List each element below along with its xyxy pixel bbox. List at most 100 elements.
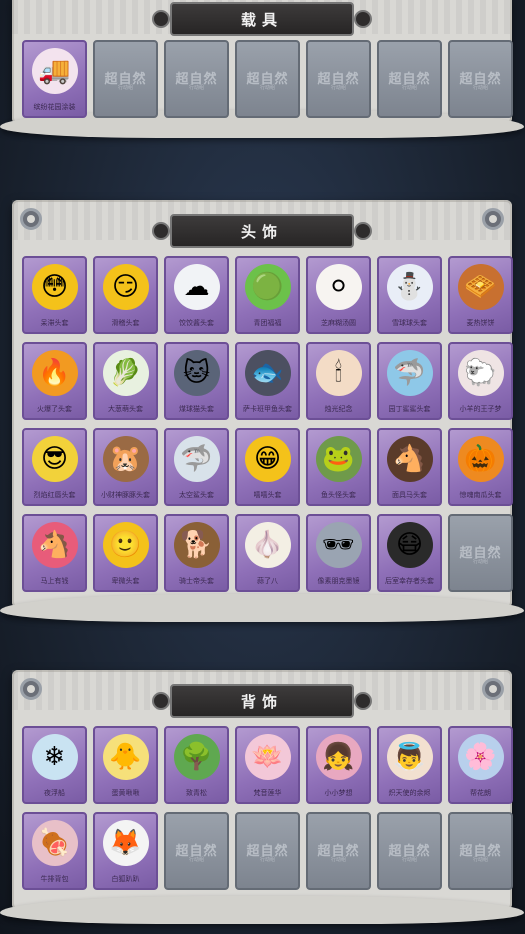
item-tile[interactable]: 🚚 缤纷花园涂装	[22, 40, 87, 118]
watermark-sub: 行动组	[330, 85, 346, 91]
item-tile[interactable]: 😎 烈焰红唇头套	[22, 428, 87, 506]
item-tile[interactable]: 🐸 鱼头怪头套	[306, 428, 371, 506]
cloud-dumpling-icon: ☁	[173, 264, 220, 310]
watermark-sub: 行动组	[401, 857, 417, 863]
item-name: 夜浮船	[44, 789, 65, 797]
item-name: 致青松	[186, 789, 207, 797]
item-name: 牛排背包	[40, 875, 69, 883]
item-name: 缤纷花园涂装	[33, 103, 76, 111]
chick-icon: 🐥	[102, 734, 149, 780]
watermark-sub: 行动组	[259, 85, 275, 91]
item-tile[interactable]: 🌸 帮花朗	[448, 726, 513, 804]
empty-slot-tile: 超自然 行动组	[448, 812, 513, 890]
item-name: 蛋黄啾啾	[111, 789, 140, 797]
snowman-icon: ⛄	[386, 264, 433, 310]
item-name: 后室幸存者头套	[385, 577, 434, 585]
item-name: 帮花朗	[470, 789, 491, 797]
item-tile[interactable]: 😁 嘻嘻头套	[235, 428, 300, 506]
item-tile[interactable]: ☁ 饺饺酱头套	[164, 256, 229, 334]
backwear-grid: ❄ 夜浮船 🐥 蛋黄啾啾 🌳 致青松 🪷 梵音莲华 👧 小小梦想 👼 炽天使的余烬 🌸 帮花朗 🍖 牛排背包 🦊…	[22, 726, 513, 890]
item-tile[interactable]: 🐴 马上有钱	[22, 514, 87, 592]
item-tile[interactable]: 👼 炽天使的余烬	[377, 726, 442, 804]
fish-head-icon: 🐟	[244, 350, 291, 396]
item-tile[interactable]: 🐥 蛋黄啾啾	[93, 726, 158, 804]
item-tile[interactable]: 👧 小小梦想	[306, 726, 371, 804]
section-title-banner: 头饰	[152, 214, 372, 248]
item-tile[interactable]: 🦈 园丁鲨鲨头套	[377, 342, 442, 420]
item-tile[interactable]: 🌳 致青松	[164, 726, 229, 804]
green-dumpling-icon: 🟢	[244, 264, 291, 310]
item-tile[interactable]: 🧄 蒜了八	[235, 514, 300, 592]
item-tile[interactable]: 🪷 梵音莲华	[235, 726, 300, 804]
cat-head-icon: 🐱	[173, 350, 220, 396]
item-tile[interactable]: 🕶 像素朋克墨镜	[306, 514, 371, 592]
item-tile[interactable]: 🐟 萨卡班甲鱼头套	[235, 342, 300, 420]
angel-doll-icon: 👼	[386, 734, 433, 780]
fish-monster-icon: 🐸	[315, 436, 362, 482]
item-tile[interactable]: 🐑 小羊的王子梦	[448, 342, 513, 420]
empty-slot-tile: 超自然 行动组	[448, 514, 513, 592]
item-name: 烛光纪念	[324, 405, 353, 413]
candle-icon: 🕯	[315, 350, 362, 396]
gas-mask-icon: 😷	[386, 522, 433, 568]
item-tile[interactable]: 😏 滑稽头套	[93, 256, 158, 334]
item-tile[interactable]: 🕯 烛光纪念	[306, 342, 371, 420]
item-tile[interactable]: 😷 后室幸存者头套	[377, 514, 442, 592]
item-tile[interactable]: 🎃 惊魂南瓜头套	[448, 428, 513, 506]
item-tile[interactable]: 😳 呆滞头套	[22, 256, 87, 334]
item-tile[interactable]: 🥬 大葱萌头套	[93, 342, 158, 420]
item-tile[interactable]: ⚪ 芝麻糊汤圆	[306, 256, 371, 334]
item-name: 太空鲨头套	[179, 491, 214, 499]
horse-head-icon: 🐴	[386, 436, 433, 482]
item-tile[interactable]: 🔥 火爆了头套	[22, 342, 87, 420]
empty-slot-tile: 超自然 行动组	[93, 40, 158, 118]
item-name: 面具马头套	[392, 491, 427, 499]
item-tile[interactable]: 🐴 面具马头套	[377, 428, 442, 506]
watermark-sub: 行动组	[330, 857, 346, 863]
empty-slot-tile: 超自然 行动组	[235, 40, 300, 118]
item-name: 萨卡班甲鱼头套	[243, 405, 292, 413]
item-name: 鱼头怪头套	[321, 491, 356, 499]
item-tile[interactable]: 🧇 麦热饼饼	[448, 256, 513, 334]
watermark-sub: 行动组	[472, 559, 488, 565]
vehicles-grid: 🚚 缤纷花园涂装 超自然 行动组 超自然 行动组 超自然 行动组 超自然 行动组 超自然 行动组 超自然…	[22, 40, 513, 118]
item-tile[interactable]: 🍖 牛排背包	[22, 812, 87, 890]
section-title-banner: 载具	[152, 2, 372, 36]
white-fox-icon: 🦊	[102, 820, 149, 866]
headwear-grid: 😳 呆滞头套 😏 滑稽头套 ☁ 饺饺酱头套 🟢 青团福福 ⚪ 芝麻糊汤圆 ⛄ 雪球球头套 🧇 麦热饼饼 🔥 火…	[22, 256, 513, 592]
item-tile[interactable]: ⛄ 雪球球头套	[377, 256, 442, 334]
watermark-sub: 行动组	[259, 857, 275, 863]
item-name: 火爆了头套	[37, 405, 72, 413]
item-name: 滑稽头套	[111, 319, 140, 327]
space-shark-icon: 🦈	[173, 436, 220, 482]
vehicles-panel: 载具 🚚 缤纷花园涂装 超自然 行动组 超自然 行动组 超自然 行动组 超自然 行动组 超自然 行动组…	[0, 0, 524, 138]
pikachu-head-icon: 😎	[31, 436, 78, 482]
item-name: 马上有钱	[40, 577, 69, 585]
item-tile[interactable]: 🦈 太空鲨头套	[164, 428, 229, 506]
item-name: 小财神豚豚头套	[101, 491, 150, 499]
item-tile[interactable]: 🐹 小财神豚豚头套	[93, 428, 158, 506]
smirk-face-icon: 😏	[102, 264, 149, 310]
pink-horse-icon: 🐴	[31, 522, 78, 568]
dazed-face-icon: 😳	[31, 264, 78, 310]
item-tile[interactable]: 🟢 青团福福	[235, 256, 300, 334]
item-tile[interactable]: 🐱 煤球猫头套	[164, 342, 229, 420]
item-tile[interactable]: 🦊 白狐趴趴	[93, 812, 158, 890]
item-name: 烈焰红唇头套	[33, 491, 76, 499]
item-tile[interactable]: ❄ 夜浮船	[22, 726, 87, 804]
section-title: 背饰	[240, 692, 283, 711]
item-tile[interactable]: 🙂 卑微头套	[93, 514, 158, 592]
empty-slot-tile: 超自然 行动组	[164, 40, 229, 118]
item-name: 青团福福	[253, 319, 282, 327]
scallion-icon: 🥬	[102, 350, 149, 396]
item-name: 呆滞头套	[40, 319, 69, 327]
watermark-sub: 行动组	[472, 85, 488, 91]
fire-spirit-icon: 🔥	[31, 350, 78, 396]
item-name: 惊魂南瓜头套	[459, 491, 502, 499]
empty-slot-tile: 超自然 行动组	[377, 40, 442, 118]
corner-ornament-icon	[20, 208, 42, 230]
steak-backpack-icon: 🍖	[31, 820, 78, 866]
empty-slot-tile: 超自然 行动组	[235, 812, 300, 890]
item-tile[interactable]: 🐕 骑士帝头套	[164, 514, 229, 592]
corner-ornament-icon	[482, 678, 504, 700]
